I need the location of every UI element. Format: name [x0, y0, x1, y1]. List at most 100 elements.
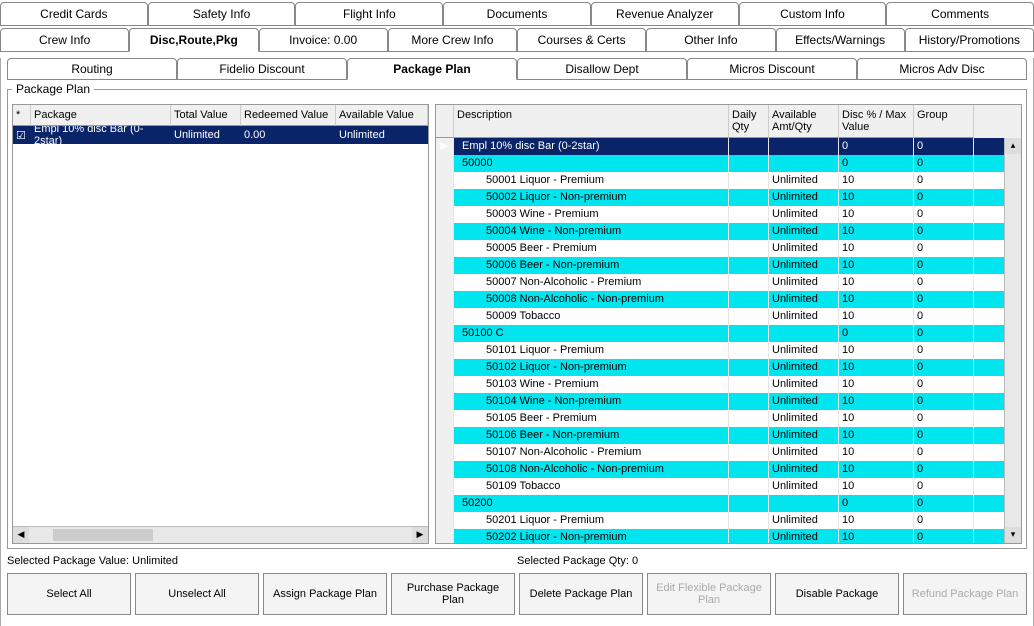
row-cell: Unlimited — [769, 240, 839, 257]
row-cell — [729, 155, 769, 172]
detail-row[interactable]: 50006 Beer - Non-premiumUnlimited100 — [436, 257, 1004, 274]
row-cell — [729, 512, 769, 529]
detail-header-description[interactable]: Description — [454, 105, 729, 138]
pkg-header-redeemed-value[interactable]: Redeemed Value — [241, 105, 336, 126]
row-cell: 10 — [839, 512, 914, 529]
pkg-header--[interactable]: * — [13, 105, 31, 126]
detail-header-group[interactable]: Group — [914, 105, 974, 138]
scroll-thumb[interactable] — [53, 529, 153, 541]
detail-row[interactable]: 50106 Beer - Non-premiumUnlimited100 — [436, 427, 1004, 444]
scroll-down-icon[interactable]: ▾ — [1005, 527, 1021, 543]
detail-row[interactable]: 50009 TobaccoUnlimited100 — [436, 308, 1004, 325]
row-description: 50007 Non-Alcoholic - Premium — [454, 274, 729, 291]
row-description: 50102 Liquor - Non-premium — [454, 359, 729, 376]
detail-row[interactable]: 50002 Liquor - Non-premiumUnlimited100 — [436, 189, 1004, 206]
row-description: 50107 Non-Alcoholic - Premium — [454, 444, 729, 461]
row-cell: Unlimited — [769, 223, 839, 240]
main-tabs-row1: Credit CardsSafety InfoFlight InfoDocume… — [0, 2, 1034, 26]
tab-custom-info[interactable]: Custom Info — [739, 2, 887, 26]
pkg-header-package[interactable]: Package — [31, 105, 171, 126]
package-row[interactable]: ☑Empl 10% disc Bar (0-2star)Unlimited0.0… — [13, 126, 428, 144]
tab-safety-info[interactable]: Safety Info — [148, 2, 296, 26]
scroll-left-icon[interactable]: ◀ — [13, 527, 29, 543]
tab-documents[interactable]: Documents — [443, 2, 591, 26]
purchase-package-plan-button[interactable]: Purchase Package Plan — [391, 573, 515, 615]
detail-row[interactable]: 50104 Wine - Non-premiumUnlimited100 — [436, 393, 1004, 410]
delete-package-plan-button[interactable]: Delete Package Plan — [519, 573, 643, 615]
select-all-button[interactable]: Select All — [7, 573, 131, 615]
detail-row[interactable]: 50101 Liquor - PremiumUnlimited100 — [436, 342, 1004, 359]
row-cursor — [436, 325, 454, 342]
unselect-all-button[interactable]: Unselect All — [135, 573, 259, 615]
tab-invoice-0-00[interactable]: Invoice: 0.00 — [259, 28, 388, 52]
scroll-right-icon[interactable]: ▶ — [412, 527, 428, 543]
scroll-up-icon[interactable]: ▴ — [1005, 138, 1021, 154]
pkg-header-total-value[interactable]: Total Value — [171, 105, 241, 126]
detail-row[interactable]: 50003 Wine - PremiumUnlimited100 — [436, 206, 1004, 223]
tab-other-info[interactable]: Other Info — [646, 28, 775, 52]
row-cell: 10 — [839, 393, 914, 410]
subtab-fidelio-discount[interactable]: Fidelio Discount — [177, 58, 347, 80]
detail-header-daily-qty[interactable]: Daily Qty — [729, 105, 769, 138]
tab-disc-route-pkg[interactable]: Disc,Route,Pkg — [129, 28, 258, 52]
disable-package-button[interactable]: Disable Package — [775, 573, 899, 615]
assign-package-plan-button[interactable]: Assign Package Plan — [263, 573, 387, 615]
row-cell: 10 — [839, 206, 914, 223]
packages-body[interactable]: ☑Empl 10% disc Bar (0-2star)Unlimited0.0… — [12, 126, 429, 544]
detail-row[interactable]: 50103 Wine - PremiumUnlimited100 — [436, 376, 1004, 393]
detail-row[interactable]: 50102 Liquor - Non-premiumUnlimited100 — [436, 359, 1004, 376]
v-scrollbar[interactable]: ▴ ▾ — [1004, 138, 1021, 543]
detail-row[interactable]: 50107 Non-Alcoholic - PremiumUnlimited10… — [436, 444, 1004, 461]
detail-row[interactable]: 5000000 — [436, 155, 1004, 172]
row-cursor — [436, 189, 454, 206]
subtab-routing[interactable]: Routing — [7, 58, 177, 80]
package-checkbox[interactable]: ☑ — [13, 129, 31, 142]
detail-row[interactable]: 50100 C00 — [436, 325, 1004, 342]
tab-effects-warnings[interactable]: Effects/Warnings — [776, 28, 905, 52]
subtab-package-plan[interactable]: Package Plan — [347, 58, 517, 80]
sub-tabs-row: RoutingFidelio DiscountPackage PlanDisal… — [7, 58, 1027, 80]
info-row: Selected Package Value: Unlimited Select… — [7, 555, 1027, 567]
row-cell — [769, 495, 839, 512]
row-cell — [729, 240, 769, 257]
detail-row[interactable]: 50007 Non-Alcoholic - PremiumUnlimited10… — [436, 274, 1004, 291]
details-body[interactable]: ▶Empl 10% disc Bar (0-2star)005000000500… — [436, 138, 1004, 543]
detail-header-available-amt-qty[interactable]: Available Amt/Qty — [769, 105, 839, 138]
detail-row[interactable]: 50004 Wine - Non-premiumUnlimited100 — [436, 223, 1004, 240]
detail-row[interactable]: 50201 Liquor - PremiumUnlimited100 — [436, 512, 1004, 529]
subtab-micros-adv-disc[interactable]: Micros Adv Disc — [857, 58, 1027, 80]
row-cell — [729, 189, 769, 206]
h-scrollbar[interactable]: ◀ ▶ — [13, 526, 428, 543]
row-cell: Unlimited — [769, 410, 839, 427]
row-description: 50001 Liquor - Premium — [454, 172, 729, 189]
tab-flight-info[interactable]: Flight Info — [295, 2, 443, 26]
row-cell: 0 — [914, 376, 974, 393]
tab-revenue-analyzer[interactable]: Revenue Analyzer — [591, 2, 739, 26]
tab-courses-certs[interactable]: Courses & Certs — [517, 28, 646, 52]
detail-row[interactable]: 50202 Liquor - Non-premiumUnlimited100 — [436, 529, 1004, 543]
subtab-micros-discount[interactable]: Micros Discount — [687, 58, 857, 80]
row-cell: 0 — [914, 495, 974, 512]
detail-row[interactable]: 50005 Beer - PremiumUnlimited100 — [436, 240, 1004, 257]
tab-credit-cards[interactable]: Credit Cards — [0, 2, 148, 26]
row-cell: 0 — [914, 155, 974, 172]
tab-crew-info[interactable]: Crew Info — [0, 28, 129, 52]
detail-header-disc-max-value[interactable]: Disc % / Max Value — [839, 105, 914, 138]
detail-row[interactable]: 50008 Non-Alcoholic - Non-premiumUnlimit… — [436, 291, 1004, 308]
detail-row[interactable]: 50001 Liquor - PremiumUnlimited100 — [436, 172, 1004, 189]
tab-comments[interactable]: Comments — [886, 2, 1034, 26]
subtab-disallow-dept[interactable]: Disallow Dept — [517, 58, 687, 80]
tab-more-crew-info[interactable]: More Crew Info — [388, 28, 517, 52]
row-cell: 10 — [839, 308, 914, 325]
detail-row[interactable]: 50105 Beer - PremiumUnlimited100 — [436, 410, 1004, 427]
detail-row[interactable]: 5020000 — [436, 495, 1004, 512]
row-description: 50105 Beer - Premium — [454, 410, 729, 427]
detail-header-cursor[interactable] — [436, 105, 454, 138]
detail-row[interactable]: ▶Empl 10% disc Bar (0-2star)00 — [436, 138, 1004, 155]
row-description: 50009 Tobacco — [454, 308, 729, 325]
tab-history-promotions[interactable]: History/Promotions — [905, 28, 1034, 52]
detail-row[interactable]: 50108 Non-Alcoholic - Non-premiumUnlimit… — [436, 461, 1004, 478]
pkg-header-available-value[interactable]: Available Value — [336, 105, 428, 126]
row-cell: 0 — [914, 444, 974, 461]
detail-row[interactable]: 50109 TobaccoUnlimited100 — [436, 478, 1004, 495]
